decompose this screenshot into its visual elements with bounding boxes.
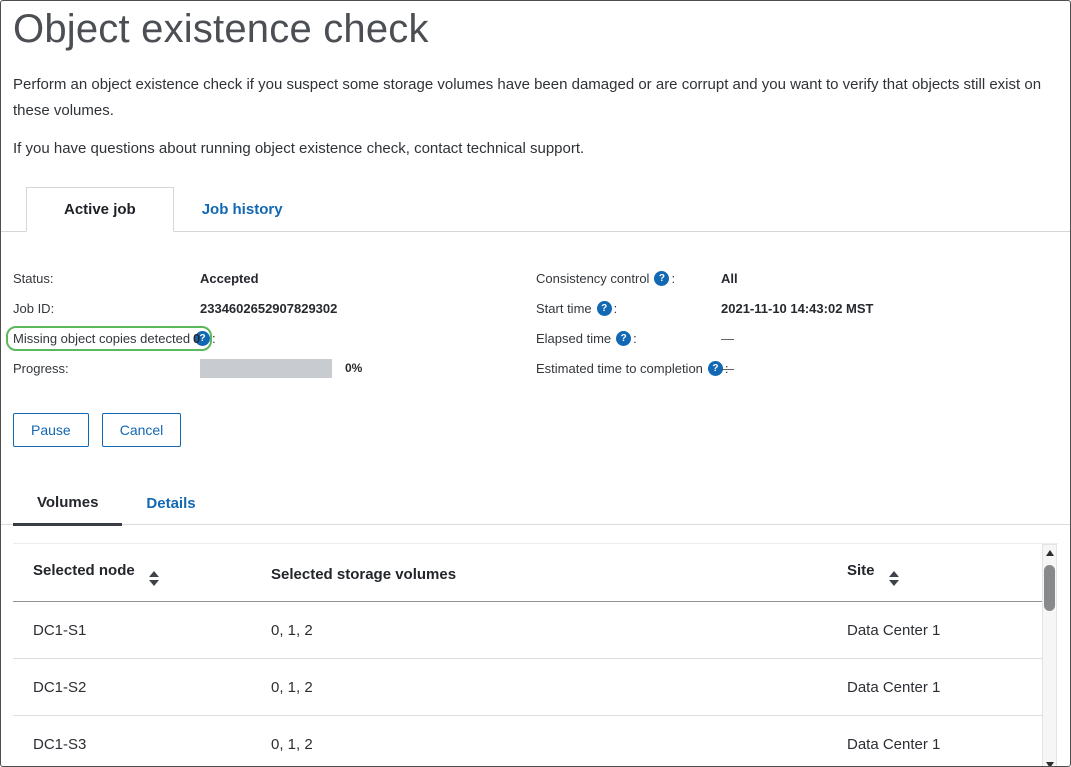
- volumes-table-section: Selected node Selected storage volumes S…: [13, 543, 1058, 766]
- elapsed-time-label-text: Elapsed time: [536, 331, 611, 346]
- missing-copies-value: 0: [193, 331, 200, 346]
- detail-tabs: Volumes Details: [1, 484, 1070, 525]
- elapsed-time-colon: :: [633, 331, 637, 346]
- consistency-colon: :: [671, 271, 675, 286]
- status-value: Accepted: [200, 271, 259, 286]
- missing-copies-colon: :: [212, 331, 216, 346]
- consistency-label: Consistency control ? :: [536, 271, 721, 286]
- page-container: Object existence check Perform an object…: [1, 1, 1070, 766]
- column-header-selected-storage-volumes: Selected storage volumes: [251, 544, 827, 602]
- elapsed-time-label: Elapsed time ? :: [536, 331, 721, 346]
- missing-copies-label-text: Missing object copies detected: [13, 331, 190, 346]
- column-header-label: Site: [847, 562, 875, 579]
- cell-selected-storage-volumes: 0, 1, 2: [251, 659, 827, 716]
- progress-label: Progress:: [13, 361, 200, 376]
- scroll-up-icon: [1046, 550, 1054, 556]
- cell-selected-node: DC1-S1: [13, 602, 251, 659]
- scroll-up-button[interactable]: [1043, 546, 1056, 560]
- column-header-site[interactable]: Site: [827, 544, 1044, 602]
- status-row: Status: Accepted: [13, 263, 536, 293]
- estimated-time-label-text: Estimated time to completion: [536, 361, 703, 376]
- missing-copies-row: Missing object copies detected ? : 0: [13, 323, 536, 353]
- column-header-label: Selected node: [33, 562, 135, 579]
- scroll-down-button[interactable]: [1043, 758, 1056, 766]
- table-row: DC1-S3 0, 1, 2 Data Center 1: [13, 716, 1044, 766]
- sort-icon[interactable]: [889, 571, 899, 586]
- cell-site: Data Center 1: [827, 659, 1044, 716]
- start-time-value: 2021-11-10 14:43:02 MST: [721, 301, 873, 316]
- help-icon[interactable]: ?: [616, 331, 631, 346]
- vertical-scrollbar[interactable]: [1042, 544, 1057, 766]
- progress-bar: [200, 359, 332, 378]
- cell-site: Data Center 1: [827, 602, 1044, 659]
- scrollbar-thumb[interactable]: [1044, 565, 1055, 611]
- progress-row: Progress: 0%: [13, 353, 536, 383]
- estimated-time-value: —: [721, 361, 734, 376]
- start-time-colon: :: [614, 301, 618, 316]
- tab-active-job[interactable]: Active job: [26, 187, 174, 232]
- job-status-left-column: Status: Accepted Job ID: 233460265290782…: [13, 263, 536, 383]
- elapsed-time-row: Elapsed time ? : —: [536, 323, 1058, 353]
- job-status-panel: Status: Accepted Job ID: 233460265290782…: [13, 232, 1058, 383]
- consistency-value: All: [721, 271, 738, 286]
- job-status-right-column: Consistency control ? : All Start time ?…: [536, 263, 1058, 383]
- job-tabs: Active job Job history: [1, 187, 1070, 232]
- tab-job-history[interactable]: Job history: [174, 188, 311, 231]
- tab-details[interactable]: Details: [122, 485, 219, 524]
- volumes-table: Selected node Selected storage volumes S…: [13, 544, 1044, 766]
- tab-volumes[interactable]: Volumes: [13, 484, 122, 526]
- table-header-row: Selected node Selected storage volumes S…: [13, 544, 1044, 602]
- cell-site: Data Center 1: [827, 716, 1044, 766]
- intro-paragraph-1: Perform an object existence check if you…: [13, 72, 1058, 124]
- cancel-button[interactable]: Cancel: [102, 413, 182, 447]
- job-id-row: Job ID: 2334602652907829302: [13, 293, 536, 323]
- elapsed-time-value: —: [721, 331, 734, 346]
- start-time-row: Start time ? : 2021-11-10 14:43:02 MST: [536, 293, 1058, 323]
- page-title: Object existence check: [13, 7, 1058, 52]
- sort-icon[interactable]: [149, 571, 159, 586]
- column-header-label: Selected storage volumes: [271, 566, 456, 583]
- estimated-time-row: Estimated time to completion ? : —: [536, 353, 1058, 383]
- help-icon[interactable]: ?: [597, 301, 612, 316]
- cell-selected-node: DC1-S2: [13, 659, 251, 716]
- consistency-row: Consistency control ? : All: [536, 263, 1058, 293]
- table-row: DC1-S1 0, 1, 2 Data Center 1: [13, 602, 1044, 659]
- table-row: DC1-S2 0, 1, 2 Data Center 1: [13, 659, 1044, 716]
- missing-copies-label: Missing object copies detected ? :: [13, 331, 193, 346]
- progress-percent: 0%: [345, 361, 362, 375]
- job-actions: Pause Cancel: [13, 413, 1058, 447]
- scroll-down-icon: [1046, 762, 1054, 766]
- cell-selected-node: DC1-S3: [13, 716, 251, 766]
- missing-copies-highlight: Missing object copies detected ? : 0: [6, 326, 212, 351]
- job-id-value: 2334602652907829302: [200, 301, 337, 316]
- intro-paragraph-2: If you have questions about running obje…: [13, 136, 1058, 162]
- consistency-label-text: Consistency control: [536, 271, 649, 286]
- cell-selected-storage-volumes: 0, 1, 2: [251, 602, 827, 659]
- job-id-label: Job ID:: [13, 301, 200, 316]
- intro-section: Perform an object existence check if you…: [13, 72, 1058, 173]
- start-time-label: Start time ? :: [536, 301, 721, 316]
- help-icon[interactable]: ?: [654, 271, 669, 286]
- pause-button[interactable]: Pause: [13, 413, 89, 447]
- estimated-time-label: Estimated time to completion ? :: [536, 361, 721, 376]
- cell-selected-storage-volumes: 0, 1, 2: [251, 716, 827, 766]
- start-time-label-text: Start time: [536, 301, 592, 316]
- column-header-selected-node[interactable]: Selected node: [13, 544, 251, 602]
- status-label: Status:: [13, 271, 200, 286]
